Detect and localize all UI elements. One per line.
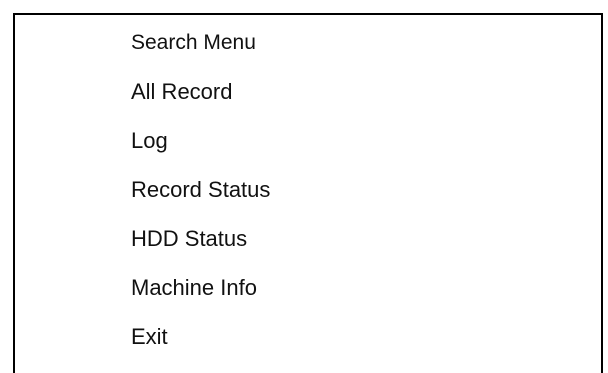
menu-item-exit[interactable]: Exit	[131, 318, 270, 367]
menu-title: Search Menu	[131, 31, 256, 54]
menu-item-log[interactable]: Log	[131, 122, 270, 171]
search-menu-list: Search Menu All Record Log Record Status…	[131, 24, 270, 367]
menu-item-all-record[interactable]: All Record	[131, 73, 270, 122]
menu-item-hdd-status[interactable]: HDD Status	[131, 220, 270, 269]
menu-item-machine-info[interactable]: Machine Info	[131, 269, 270, 318]
search-menu-panel	[13, 13, 603, 373]
menu-item-record-status[interactable]: Record Status	[131, 171, 270, 220]
